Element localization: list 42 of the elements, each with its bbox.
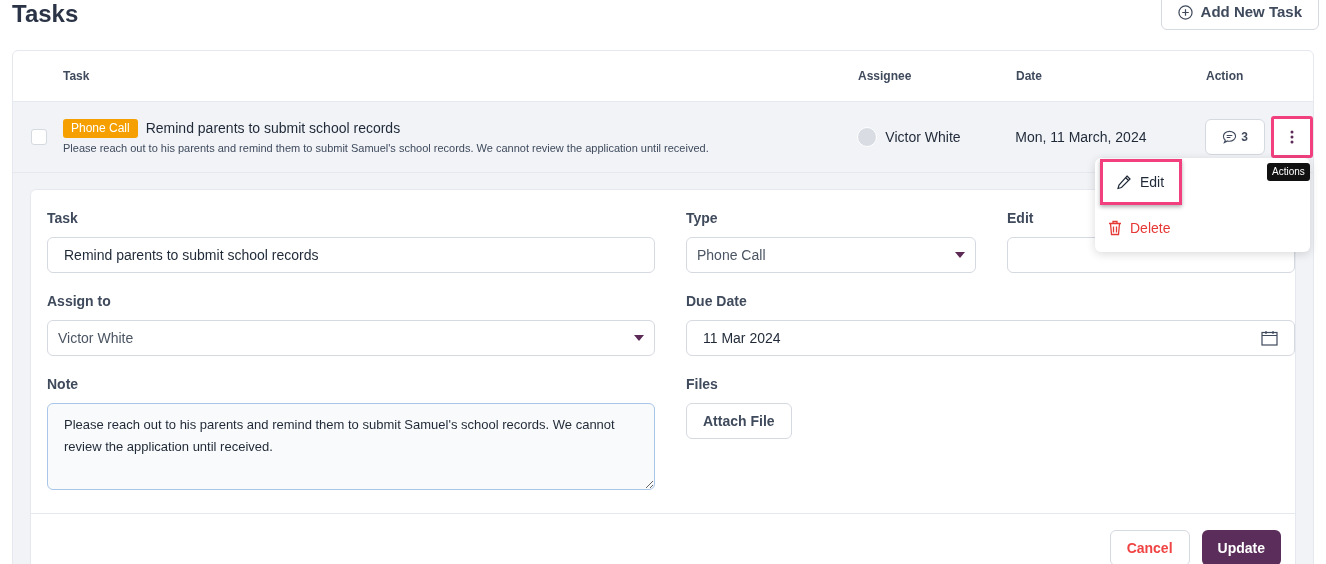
type-tag: Phone Call bbox=[63, 118, 138, 138]
field-label: Type bbox=[686, 209, 719, 228]
calendar-icon bbox=[1261, 330, 1278, 346]
note-textarea[interactable]: Please reach out to his parents and remind them to submit Samuel's school records. We cannot review the application until received. bbox=[47, 403, 655, 490]
avatar-icon bbox=[857, 127, 878, 147]
caret-icon bbox=[955, 252, 965, 258]
column-header: Date bbox=[1016, 68, 1043, 85]
attach-file-button[interactable]: Attach File bbox=[686, 403, 792, 439]
field-label: Files bbox=[686, 375, 719, 394]
row-checkbox[interactable] bbox=[31, 129, 47, 145]
field-label: Task bbox=[47, 209, 79, 228]
caret-icon bbox=[634, 335, 644, 341]
assignee-name: Victor White bbox=[885, 127, 961, 147]
more-actions-button[interactable] bbox=[1271, 116, 1313, 158]
comments-button[interactable]: 3 bbox=[1205, 119, 1265, 155]
add-new-task-button[interactable]: Add New Task bbox=[1160, 0, 1319, 30]
trash-icon bbox=[1108, 220, 1122, 236]
task-input[interactable]: Remind parents to submit school records bbox=[47, 237, 655, 273]
cancel-button[interactable]: Cancel bbox=[1109, 530, 1190, 564]
update-button[interactable]: Update bbox=[1201, 530, 1281, 564]
due-date-field[interactable]: 11 Mar 2024 bbox=[686, 320, 1295, 356]
vertical-dots-icon bbox=[1290, 130, 1294, 144]
type-select[interactable]: Phone Call bbox=[686, 237, 976, 273]
task-date: Mon, 11 March, 2024 bbox=[1015, 127, 1148, 147]
delete-menu-item[interactable]: Delete bbox=[1095, 205, 1184, 251]
field-label: Due Date bbox=[686, 292, 748, 311]
actions-tooltip: Actions bbox=[1267, 163, 1310, 181]
pencil-icon bbox=[1116, 174, 1132, 190]
column-header: Assignee bbox=[858, 68, 913, 85]
column-header: Task bbox=[63, 68, 91, 85]
field-label: Edit bbox=[1007, 209, 1034, 228]
page-title: Tasks bbox=[12, 0, 79, 28]
task-row[interactable] bbox=[13, 101, 1313, 173]
plus-circle-icon bbox=[1177, 4, 1193, 20]
field-label: Note bbox=[47, 375, 80, 394]
column-header: Action bbox=[1206, 68, 1244, 85]
task-description: Please reach out to his parents and remind them to submit Samuel's school records. We cannot review the application until received. bbox=[63, 140, 710, 156]
speech-bubble-icon bbox=[1222, 130, 1238, 144]
task-title: Remind parents to submit school records bbox=[145, 118, 401, 138]
assignee-select[interactable]: Victor White bbox=[47, 320, 655, 356]
field-label: Assign to bbox=[47, 292, 112, 311]
edit-menu-item[interactable]: Edit bbox=[1100, 159, 1182, 205]
